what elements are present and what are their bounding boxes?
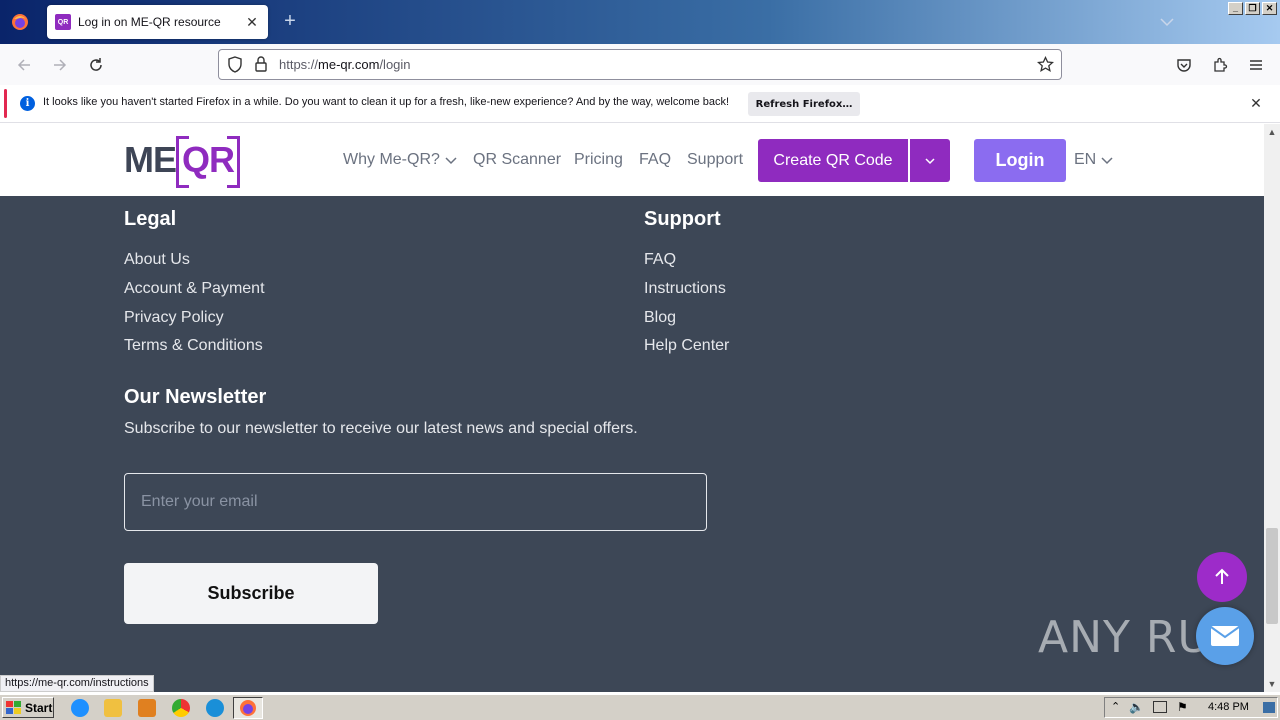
chat-widget-button[interactable]	[1196, 607, 1254, 665]
legal-heading: Legal	[124, 208, 177, 230]
chevron-down-icon[interactable]	[1158, 13, 1176, 31]
status-bar-url: https://me-qr.com/instructions	[0, 675, 154, 692]
pocket-icon[interactable]	[1173, 54, 1195, 76]
edge-icon[interactable]	[206, 699, 224, 717]
nav-why-me-qr-label: Why Me-QR?	[343, 151, 440, 168]
nav-support[interactable]: Support	[687, 151, 743, 169]
desktop-icon[interactable]	[1263, 702, 1275, 713]
bookmark-star-icon[interactable]	[1036, 55, 1055, 78]
system-tray: ⌃ 🔈 ⚑	[1104, 697, 1278, 718]
page-scrollbar[interactable]: ▲ ▼	[1264, 124, 1280, 692]
firefox-menu-icon[interactable]	[8, 10, 32, 34]
close-notification-icon[interactable]: ✕	[1248, 95, 1264, 111]
link-account-payment[interactable]: Account & Payment	[124, 280, 265, 298]
scrollbar-thumb[interactable]	[1266, 528, 1278, 624]
login-button[interactable]: Login	[974, 139, 1066, 182]
windows-logo-icon	[6, 700, 21, 714]
start-button[interactable]: Start	[2, 697, 54, 718]
forward-arrow-icon[interactable]	[49, 54, 71, 76]
browser-titlebar: QR Log in on ME-QR resource ✕ + _ ❐ ✕	[0, 0, 1280, 44]
back-arrow-icon[interactable]	[13, 54, 35, 76]
nav-faq[interactable]: FAQ	[639, 151, 671, 169]
link-about-us[interactable]: About Us	[124, 251, 190, 269]
chevron-down-icon	[925, 157, 935, 164]
me-qr-logo[interactable]: ME QR	[124, 136, 240, 188]
nav-why-me-qr[interactable]: Why Me-QR?	[343, 151, 458, 169]
flag-icon[interactable]: ⚑	[1177, 700, 1188, 714]
reload-icon[interactable]	[85, 54, 107, 76]
volume-icon[interactable]: 🔈	[1129, 700, 1144, 714]
link-faq[interactable]: FAQ	[644, 251, 676, 269]
tray-expand-icon[interactable]: ⌃	[1111, 700, 1120, 713]
logo-qr: QR	[176, 136, 240, 188]
me-qr-favicon-icon: QR	[55, 14, 71, 30]
tab-title: Log in on ME-QR resource	[78, 15, 221, 29]
create-qr-dropdown-button[interactable]	[910, 139, 950, 182]
scroll-down-icon[interactable]: ▼	[1267, 679, 1277, 689]
page-viewport: ME QR Why Me-QR? QR Scanner Pricing FAQ S…	[0, 124, 1264, 692]
link-blog[interactable]: Blog	[644, 309, 676, 327]
arrow-up-icon	[1215, 568, 1229, 584]
browser-navbar: https://me-qr.com/login	[0, 44, 1280, 85]
subscribe-button[interactable]: Subscribe	[124, 563, 378, 624]
newsletter-heading: Our Newsletter	[124, 386, 267, 408]
windows-taskbar: Start ⌃ 🔈 ⚑ 4:48 PM	[0, 694, 1280, 720]
close-window-icon[interactable]: ✕	[1262, 2, 1277, 15]
network-icon[interactable]	[1153, 701, 1167, 713]
create-qr-code-button[interactable]: Create QR Code	[758, 139, 908, 182]
folder-icon[interactable]	[104, 699, 122, 717]
firefox-taskbar-button[interactable]	[233, 697, 263, 719]
link-terms-conditions[interactable]: Terms & Conditions	[124, 337, 263, 355]
newsletter-description: Subscribe to our newsletter to receive o…	[124, 420, 638, 437]
tab-close-icon[interactable]: ✕	[244, 14, 260, 31]
mail-icon	[1210, 626, 1240, 646]
language-label: EN	[1074, 151, 1097, 168]
lock-icon[interactable]	[254, 56, 268, 78]
url-text[interactable]: https://me-qr.com/login	[279, 57, 411, 72]
nav-pricing[interactable]: Pricing	[574, 151, 623, 169]
refresh-firefox-notification: i It looks like you haven't started Fire…	[0, 85, 1280, 123]
support-heading: Support	[644, 208, 721, 230]
scroll-to-top-button[interactable]	[1197, 552, 1247, 602]
chevron-down-icon	[1101, 157, 1113, 165]
language-selector[interactable]: EN	[1074, 151, 1114, 169]
link-privacy-policy[interactable]: Privacy Policy	[124, 309, 224, 327]
extensions-icon[interactable]	[1209, 54, 1231, 76]
tab-active[interactable]: QR Log in on ME-QR resource ✕	[47, 5, 268, 39]
new-tab-icon[interactable]: +	[280, 11, 300, 31]
taskbar-clock: 4:48 PM	[1208, 701, 1249, 713]
internet-explorer-icon[interactable]	[71, 699, 89, 717]
start-label: Start	[25, 700, 53, 715]
chevron-down-icon	[445, 157, 457, 165]
restore-icon[interactable]: ❐	[1245, 2, 1260, 15]
link-help-center[interactable]: Help Center	[644, 337, 729, 355]
logo-me: ME	[124, 139, 177, 180]
window-controls: _ ❐ ✕	[1228, 2, 1277, 15]
site-header: ME QR Why Me-QR? QR Scanner Pricing FAQ S…	[0, 124, 1264, 196]
notification-text: It looks like you haven't started Firefo…	[43, 96, 730, 108]
chrome-icon[interactable]	[172, 699, 190, 717]
media-player-icon[interactable]	[138, 699, 156, 717]
scroll-up-icon[interactable]: ▲	[1267, 127, 1277, 137]
minimize-icon[interactable]: _	[1228, 2, 1243, 15]
nav-qr-scanner[interactable]: QR Scanner	[473, 151, 561, 169]
link-instructions[interactable]: Instructions	[644, 280, 726, 298]
newsletter-email-input[interactable]	[124, 473, 707, 531]
info-icon: i	[20, 96, 35, 111]
hamburger-menu-icon[interactable]	[1245, 54, 1267, 76]
shield-icon[interactable]	[227, 56, 243, 78]
refresh-firefox-button[interactable]: Refresh Firefox…	[748, 92, 860, 116]
url-bar[interactable]: https://me-qr.com/login	[218, 49, 1062, 80]
firefox-icon	[240, 700, 256, 716]
